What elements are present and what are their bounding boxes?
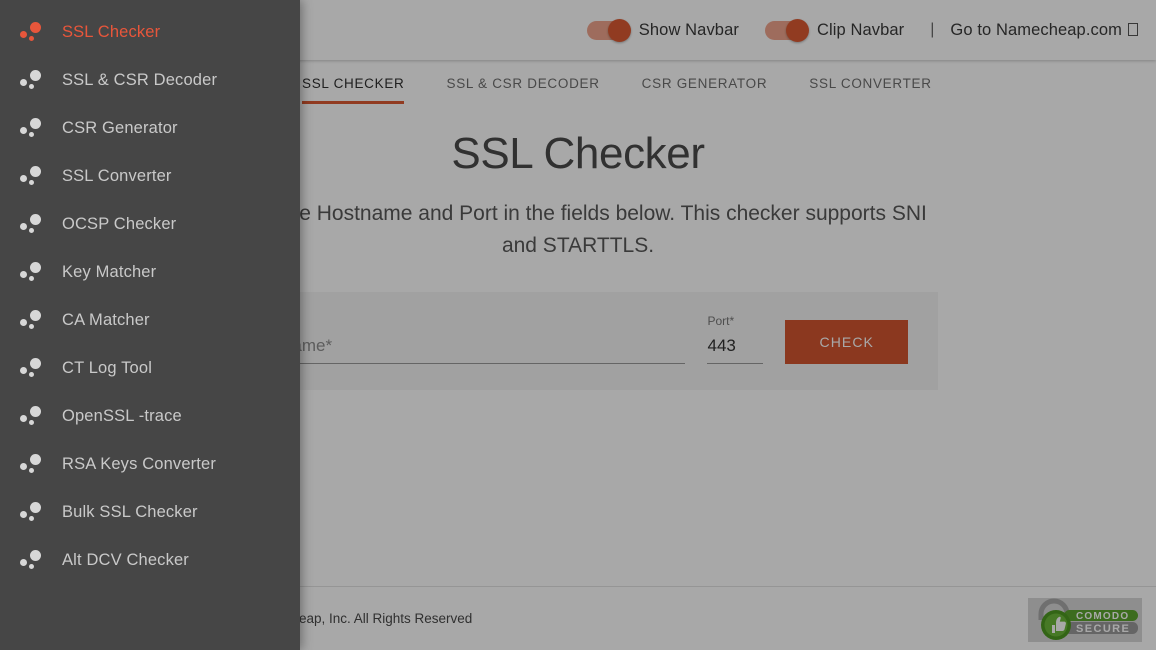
sidebar-item-label: OCSP Checker: [62, 214, 177, 233]
sidebar-item-ssl-converter[interactable]: SSL Converter: [0, 152, 300, 200]
sidebar-item-label: Bulk SSL Checker: [62, 502, 198, 521]
sidebar-item-label: CA Matcher: [62, 310, 150, 329]
sidebar-drawer: SSL Checker SSL & CSR Decoder CSR Genera…: [0, 0, 300, 650]
sidebar-item-label: SSL Checker: [62, 22, 161, 41]
sidebar-item-bulk-ssl-checker[interactable]: Bulk SSL Checker: [0, 488, 300, 536]
dots-cluster-icon: [18, 258, 46, 286]
sidebar-item-label: SSL & CSR Decoder: [62, 70, 218, 89]
dots-cluster-icon: [18, 18, 46, 46]
sidebar-item-rsa-keys-converter[interactable]: RSA Keys Converter: [0, 440, 300, 488]
sidebar-item-ca-matcher[interactable]: CA Matcher: [0, 296, 300, 344]
sidebar-item-label: Key Matcher: [62, 262, 157, 281]
sidebar-item-ssl-checker[interactable]: SSL Checker: [0, 8, 300, 56]
sidebar-item-ct-log-tool[interactable]: CT Log Tool: [0, 344, 300, 392]
sidebar-item-label: OpenSSL -trace: [62, 406, 182, 425]
dots-cluster-icon: [18, 498, 46, 526]
dots-cluster-icon: [18, 162, 46, 190]
sidebar-item-openssl-trace[interactable]: OpenSSL -trace: [0, 392, 300, 440]
dots-cluster-icon: [18, 306, 46, 334]
dots-cluster-icon: [18, 450, 46, 478]
sidebar-item-label: SSL Converter: [62, 166, 172, 185]
app-root: Show Navbar Clip Navbar | Go to Namechea…: [0, 0, 1156, 650]
sidebar-item-key-matcher[interactable]: Key Matcher: [0, 248, 300, 296]
sidebar-item-label: CSR Generator: [62, 118, 178, 137]
sidebar-item-csr-generator[interactable]: CSR Generator: [0, 104, 300, 152]
dots-cluster-icon: [18, 354, 46, 382]
sidebar-item-label: Alt DCV Checker: [62, 550, 189, 569]
sidebar-item-label: RSA Keys Converter: [62, 454, 217, 473]
dots-cluster-icon: [18, 210, 46, 238]
dots-cluster-icon: [18, 402, 46, 430]
sidebar-item-alt-dcv-checker[interactable]: Alt DCV Checker: [0, 536, 300, 584]
sidebar-item-ocsp-checker[interactable]: OCSP Checker: [0, 200, 300, 248]
dots-cluster-icon: [18, 114, 46, 142]
dots-cluster-icon: [18, 546, 46, 574]
dots-cluster-icon: [18, 66, 46, 94]
sidebar-item-ssl-csr-decoder[interactable]: SSL & CSR Decoder: [0, 56, 300, 104]
sidebar-item-label: CT Log Tool: [62, 358, 153, 377]
